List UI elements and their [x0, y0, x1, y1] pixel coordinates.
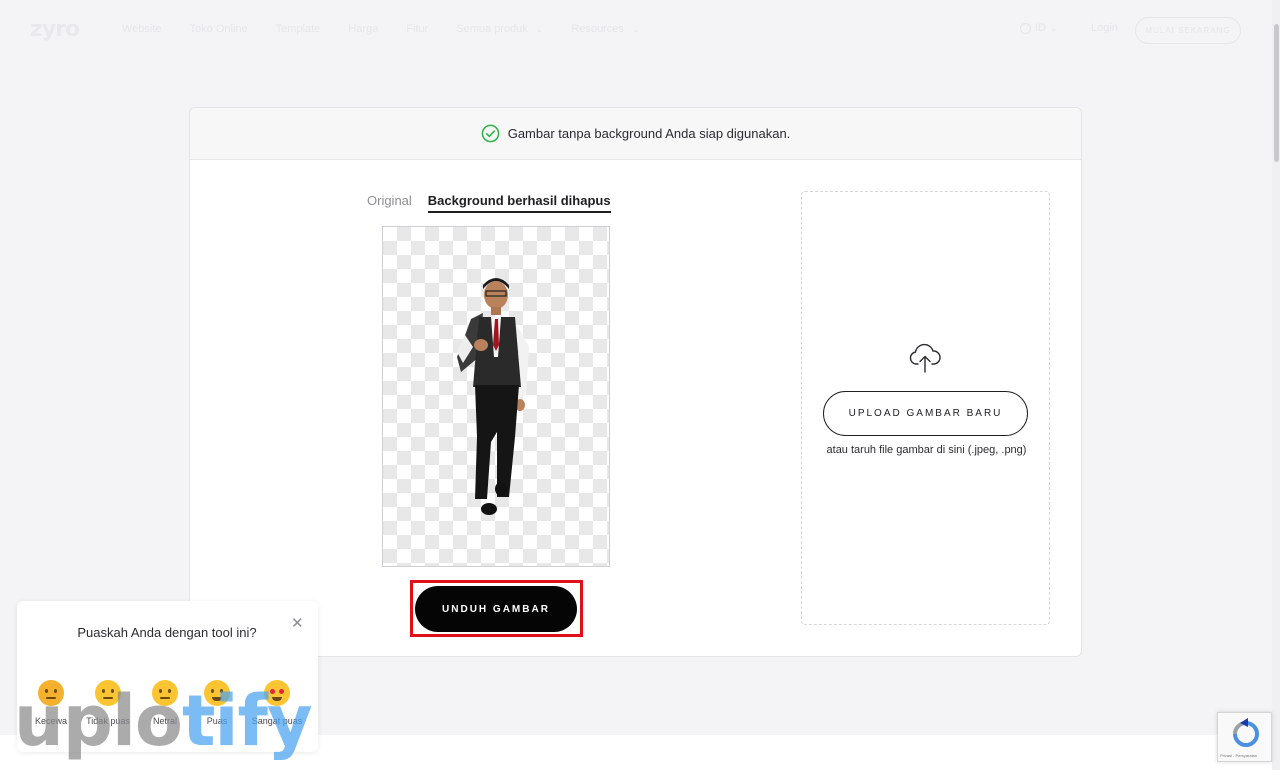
feedback-options: Kecewa Tidak puas Netral Puas Sangat pua…	[27, 680, 317, 740]
top-nav: zyro Website Toko Online Template Harga …	[0, 0, 1272, 62]
chevron-down-icon: ⌄	[631, 23, 640, 34]
recaptcha-badge[interactable]: Privasi - Persyaratan	[1217, 712, 1272, 762]
status-text: Gambar tanpa background Anda siap diguna…	[507, 126, 791, 141]
language-selector[interactable]: ID ⌄	[1020, 22, 1058, 34]
frowning-face-icon	[95, 680, 121, 706]
zyro-logo[interactable]: zyro	[30, 17, 80, 42]
chevron-down-icon: ⌄	[1050, 22, 1058, 33]
image-preview	[382, 226, 610, 567]
upload-new-image-button[interactable]: UPLOAD GAMBAR BARU	[823, 391, 1028, 436]
feedback-option-tidak-puas[interactable]: Tidak puas	[78, 680, 138, 726]
feedback-widget: Puaskah Anda dengan tool ini? ✕ Kecewa T…	[17, 601, 318, 752]
login-link[interactable]: Login	[1091, 22, 1118, 34]
feedback-option-kecewa[interactable]: Kecewa	[21, 680, 81, 726]
feedback-option-netral[interactable]: Netral	[135, 680, 195, 726]
scrollbar-thumb[interactable]	[1274, 24, 1279, 162]
feedback-question: Puaskah Anda dengan tool ini?	[77, 625, 257, 640]
nav-link-resources[interactable]: Resources ⌄	[571, 23, 639, 35]
view-tabs: Original Background berhasil dihapus	[367, 193, 611, 213]
feedback-option-puas[interactable]: Puas	[187, 680, 247, 726]
nav-link-semua-produk[interactable]: Semua produk ⌄	[456, 23, 543, 35]
background-removal-card: Gambar tanpa background Anda siap diguna…	[189, 107, 1082, 657]
status-banner: Gambar tanpa background Anda siap diguna…	[190, 108, 1081, 160]
tab-original[interactable]: Original	[367, 193, 412, 213]
page-scrollbar[interactable]	[1272, 0, 1280, 770]
download-image-button[interactable]: UNDUH GAMBAR	[415, 586, 577, 632]
person-cutout-image	[457, 278, 529, 515]
tab-background-removed[interactable]: Background berhasil dihapus	[427, 193, 611, 213]
chevron-down-icon: ⌄	[535, 23, 544, 34]
globe-icon	[1020, 22, 1031, 34]
nav-link-template[interactable]: Template	[276, 23, 321, 35]
heart-eyes-face-icon	[264, 680, 290, 706]
cloud-upload-icon	[909, 343, 941, 373]
check-circle-icon	[481, 124, 500, 143]
nav-link-toko-online[interactable]: Toko Online	[190, 23, 248, 35]
feedback-option-sangat-puas[interactable]: Sangat puas	[247, 680, 307, 726]
nav-link-fitur[interactable]: Fitur	[406, 23, 428, 35]
upload-dropzone[interactable]: UPLOAD GAMBAR BARU atau taruh file gamba…	[801, 191, 1050, 625]
nav-links: Website Toko Online Template Harga Fitur…	[122, 23, 667, 35]
neutral-face-icon	[152, 680, 178, 706]
recaptcha-icon	[1233, 718, 1259, 747]
close-icon[interactable]: ✕	[291, 614, 304, 632]
start-now-button[interactable]: MULAI SEKARANG	[1135, 17, 1241, 44]
nav-link-website[interactable]: Website	[122, 23, 162, 35]
smiling-face-icon	[204, 680, 230, 706]
nav-link-harga[interactable]: Harga	[348, 23, 378, 35]
upload-hint-text: atau taruh file gambar di sini (.jpeg, .…	[826, 444, 1027, 456]
angry-face-icon	[38, 680, 64, 706]
